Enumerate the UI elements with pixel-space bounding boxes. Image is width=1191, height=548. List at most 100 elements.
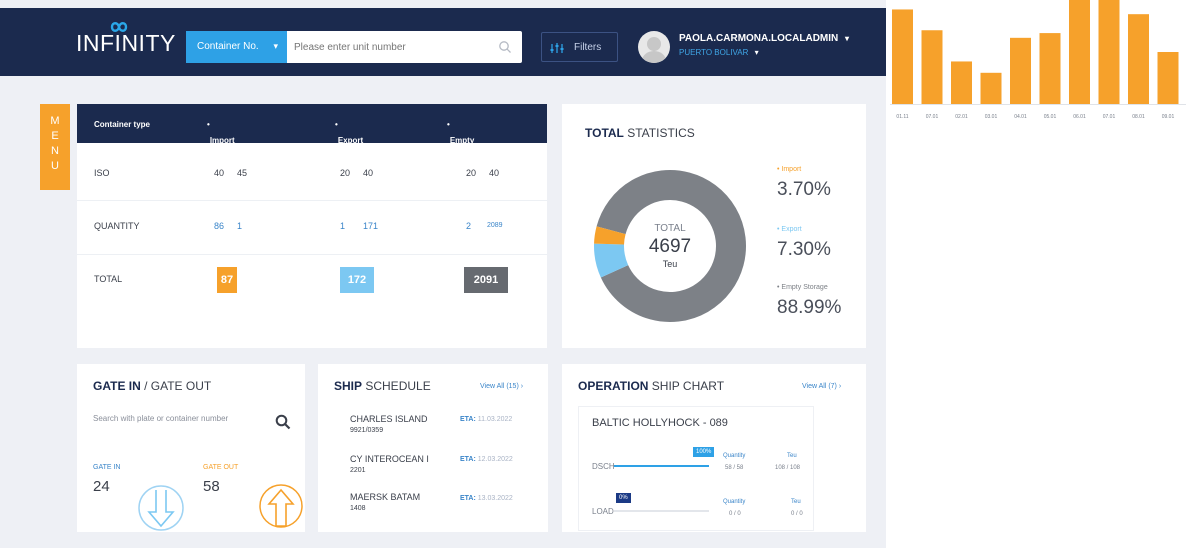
gate-in-label: GATE IN: [93, 464, 121, 471]
load-progress-track: [614, 510, 709, 512]
search-icon[interactable]: [498, 40, 512, 54]
x-tick-label: 09.01: [1162, 114, 1175, 120]
infinity-logo-icon: [110, 22, 128, 32]
legend-export: • Export 7.30%: [777, 226, 831, 260]
list-item[interactable]: MAERSK BATAM 1408: [350, 491, 420, 515]
menu-tab[interactable]: MENU: [40, 104, 70, 190]
dsch-teu: 108 / 108: [775, 465, 801, 471]
card-title: TOTAL STATISTICS: [585, 126, 695, 140]
search-icon[interactable]: [275, 414, 291, 430]
x-tick-label: 04.01: [1014, 114, 1027, 120]
user-location[interactable]: PUERTO BOLIVAR ▾: [679, 48, 759, 57]
operation-panel: BALTIC HOLLYHOCK - 089 DSCH 100% Quantit…: [578, 406, 814, 531]
iso-import-2: 45: [237, 168, 248, 178]
card-title: GATE IN / GATE OUT: [93, 379, 212, 393]
dsch-progress-track: [614, 465, 709, 467]
bar[interactable]: [951, 61, 972, 104]
unit-number-search-input[interactable]: [294, 31, 494, 63]
x-tick-label: 02.01: [955, 114, 968, 120]
search-type-dropdown[interactable]: Container No. ▾: [186, 31, 287, 63]
qty-empty-1[interactable]: 2: [466, 221, 471, 231]
legend-empty-storage: • Empty Storage 88.99%: [777, 284, 842, 318]
qty-import-2[interactable]: 1: [237, 221, 242, 231]
row-label-total: TOTAL: [94, 274, 123, 284]
user-name: PAOLA.CARMONA.LOCALADMIN: [679, 33, 839, 44]
ship-eta: ETA: 11.03.2022: [460, 416, 513, 423]
dsch-qty: 58 / 58: [725, 465, 744, 471]
x-tick-label: 07.01: [926, 114, 939, 120]
x-tick-label: 07.01: [1103, 114, 1116, 120]
search-bar: Container No. ▾: [186, 31, 522, 63]
qty-export-2[interactable]: 171: [363, 221, 378, 231]
row-label-iso: ISO: [94, 168, 110, 178]
dsch-teu-label: Teu: [787, 453, 797, 459]
avatar[interactable]: [638, 31, 670, 63]
card-title: OPERATION SHIP CHART: [578, 379, 725, 393]
app-logo[interactable]: INFINITY: [76, 22, 176, 57]
load-label: LOAD: [592, 507, 614, 516]
gate-card: GATE IN / GATE OUT Search with plate or …: [77, 364, 305, 532]
iso-empty-2: 40: [489, 168, 500, 178]
dsch-progress-fill: [614, 465, 709, 467]
iso-empty-1: 20: [466, 168, 477, 178]
menu-tab-letter: U: [51, 160, 59, 172]
bar[interactable]: [921, 30, 943, 104]
iso-import-1: 40: [214, 168, 225, 178]
dsch-progress-badge: 100%: [693, 447, 715, 457]
row-label-quantity: QUANTITY: [94, 221, 140, 231]
x-tick-label: 06.01: [1073, 114, 1086, 120]
list-item[interactable]: CHARLES ISLAND 9921/0359: [350, 413, 428, 437]
qty-empty-2[interactable]: 2089: [487, 222, 503, 229]
load-teu-label: Teu: [791, 499, 801, 505]
x-tick-label: 08.01: [1132, 114, 1145, 120]
container-type-card: Container type • Import • Export • Empty…: [77, 104, 547, 348]
menu-tab-letter: N: [51, 145, 59, 157]
x-tick-label: 01.11: [896, 114, 908, 120]
chevron-down-icon: ▾: [845, 34, 850, 43]
column-header-import[interactable]: • Import: [207, 120, 235, 145]
ship-schedule-card: SHIP SCHEDULE View All (15) › CHARLES IS…: [318, 364, 548, 532]
column-header-empty-storage[interactable]: • Empty Storage: [447, 120, 480, 154]
gate-out-value: 58: [203, 478, 220, 495]
load-qty-label: Quantity: [723, 499, 746, 505]
user-menu[interactable]: PAOLA.CARMONA.LOCALADMIN ▾: [679, 33, 849, 44]
column-header-export[interactable]: • Export: [335, 120, 363, 145]
total-import-badge: 87: [217, 267, 237, 293]
list-item[interactable]: CY INTEROCEAN I 2201: [350, 453, 429, 477]
load-teu: 0 / 0: [791, 511, 803, 517]
load-qty: 0 / 0: [729, 511, 741, 517]
bar[interactable]: [1069, 0, 1090, 104]
ship-name[interactable]: BALTIC HOLLYHOCK - 089: [592, 417, 728, 429]
bar[interactable]: [1039, 33, 1061, 104]
bar[interactable]: [980, 72, 1002, 104]
chevron-down-icon: ▾: [754, 48, 759, 57]
arrow-down-icon: [138, 485, 184, 531]
chevron-down-icon: ▾: [273, 41, 278, 51]
donut-center-label: TOTAL: [654, 223, 686, 234]
iso-export-2: 40: [363, 168, 374, 178]
total-statistics-card: TOTAL STATISTICS TOTAL 4697 Teu • Import…: [562, 104, 866, 348]
column-header-container-type: Container type: [94, 120, 151, 129]
iso-export-1: 20: [340, 168, 351, 178]
x-tick-label: 05.01: [1044, 114, 1057, 120]
bar[interactable]: [1157, 52, 1179, 104]
total-export-badge: 172: [340, 267, 374, 293]
row-divider: [77, 254, 547, 255]
bar[interactable]: [892, 9, 913, 105]
filters-button[interactable]: Filters: [541, 32, 618, 62]
bar[interactable]: [1010, 37, 1031, 105]
view-all-operations-link[interactable]: View All (7) ›: [802, 383, 841, 390]
top-bar: INFINITY Container No. ▾ Please enter un…: [0, 8, 886, 76]
qty-import-1[interactable]: 86: [214, 221, 224, 231]
menu-tab-letter: M: [50, 115, 60, 127]
bar[interactable]: [1128, 14, 1149, 105]
dsch-qty-label: Quantity: [723, 453, 746, 459]
operation-ship-chart-card: OPERATION SHIP CHART View All (7) › BALT…: [562, 364, 866, 532]
total-empty-badge: 2091: [464, 267, 508, 293]
x-tick-label: 03.01: [985, 114, 998, 120]
gate-search-input[interactable]: Search with plate or container number: [93, 414, 228, 423]
qty-export-1[interactable]: 1: [340, 221, 345, 231]
bar[interactable]: [1098, 0, 1120, 104]
ship-eta: ETA: 13.03.2022: [460, 495, 513, 502]
view-all-ships-link[interactable]: View All (15) ›: [480, 383, 523, 390]
